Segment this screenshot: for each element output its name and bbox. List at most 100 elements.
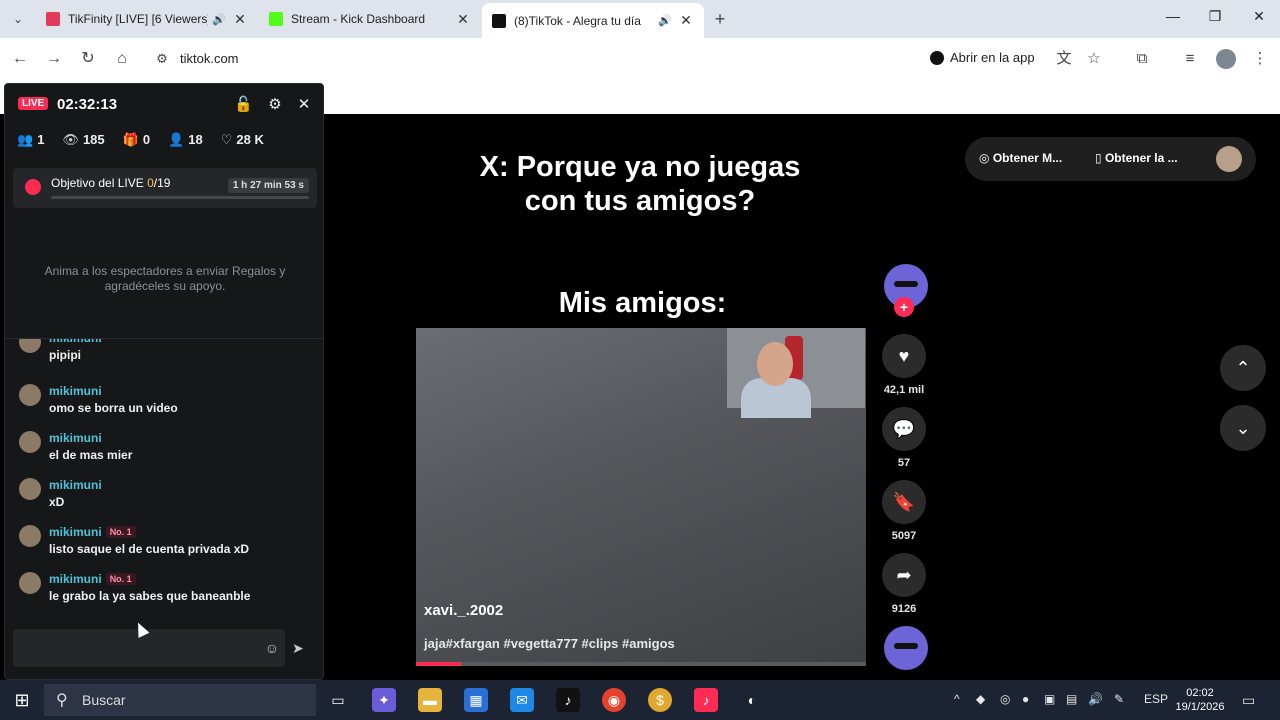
- video-hashtags[interactable]: jaja#xfargan #vegetta777 #clips #amigos: [424, 636, 675, 651]
- task-view-icon[interactable]: ▭: [326, 688, 350, 712]
- previous-video-chevron-up-icon[interactable]: ⌃: [1220, 345, 1266, 391]
- home-icon[interactable]: ⌂: [110, 48, 134, 70]
- settings-gear-icon[interactable]: ⚙: [266, 96, 284, 114]
- network-icon[interactable]: ▤: [1066, 692, 1077, 706]
- browser-toolbar: ← → ↻ ⌂ ⚙ tiktok.com Abrir en la app 文 ☆…: [0, 38, 1280, 80]
- users-stat: 👥 1: [17, 132, 45, 147]
- send-icon[interactable]: ➤: [292, 640, 304, 657]
- camera-icon[interactable]: ◎: [1000, 692, 1010, 706]
- chat-input[interactable]: ☺: [13, 629, 285, 667]
- comment-icon[interactable]: 💬: [882, 407, 926, 451]
- bookmark-icon[interactable]: 🔖: [882, 480, 926, 524]
- comment-action[interactable]: 💬 57: [882, 407, 926, 469]
- sunglasses: [894, 281, 918, 287]
- share-action[interactable]: ➦ 9126: [882, 553, 926, 615]
- next-video-chevron-down-icon[interactable]: ⌄: [1220, 405, 1266, 451]
- media-control-icon[interactable]: ≡: [1180, 49, 1200, 69]
- site-settings-icon[interactable]: ⚙: [150, 48, 174, 70]
- maximize-icon[interactable]: ❐: [1200, 8, 1230, 30]
- likes-stat: ♡ 28 K: [220, 132, 264, 147]
- emoji-icon[interactable]: ☺: [265, 640, 279, 656]
- tiktok-live-icon[interactable]: ♪: [694, 688, 718, 712]
- translate-icon[interactable]: 文: [1054, 49, 1074, 69]
- profile-avatar[interactable]: [1216, 49, 1236, 69]
- minimize-icon[interactable]: —: [1158, 8, 1188, 30]
- gift-hint: Anima a los espectadores a enviar Regalo…: [44, 264, 286, 293]
- rank-badge: No. 1: [105, 526, 136, 538]
- get-coins-button[interactable]: ◎ Obtener M...: [979, 151, 1062, 165]
- live-badge: LIVE: [18, 97, 49, 110]
- microphone-icon[interactable]: ●: [1022, 692, 1029, 706]
- share-icon[interactable]: ➦: [882, 553, 926, 597]
- windows-start-icon[interactable]: ⊞: [10, 688, 34, 712]
- avatar[interactable]: [19, 572, 41, 594]
- close-icon[interactable]: ✕: [295, 96, 313, 114]
- save-action[interactable]: 🔖 5097: [882, 480, 926, 542]
- address-bar[interactable]: tiktok.com: [180, 51, 239, 66]
- goal-progress-bar: [51, 196, 309, 199]
- chrome-icon[interactable]: ◉: [602, 688, 626, 712]
- top-right-actions: ◎ Obtener M... ▯ Obtener la ...: [965, 137, 1256, 181]
- lock-icon[interactable]: 🔓: [234, 96, 253, 114]
- tray-icon[interactable]: ◆: [976, 692, 985, 706]
- tab-tiktok[interactable]: (8)TikTok - Alegra tu día 🔊 ✕: [482, 3, 704, 38]
- store-icon[interactable]: ▦: [464, 688, 488, 712]
- follow-plus-icon[interactable]: +: [894, 297, 914, 317]
- tiktok-app-icon[interactable]: ♪: [556, 688, 580, 712]
- views-stat: 👁 185: [62, 132, 105, 147]
- back-icon[interactable]: ←: [8, 48, 32, 70]
- extensions-icon[interactable]: ⧉: [1132, 49, 1152, 69]
- menu-icon[interactable]: ⋮: [1250, 49, 1270, 69]
- clock[interactable]: 02:02 19/1/2026: [1172, 686, 1228, 714]
- live-goal[interactable]: Objetivo del LIVE 0/19 1 h 27 min 53 s: [13, 168, 317, 208]
- forward-icon[interactable]: →: [42, 48, 66, 70]
- close-window-icon[interactable]: ✕: [1244, 8, 1274, 30]
- video-author[interactable]: xavi._.2002: [424, 602, 503, 619]
- gifts-stat: 🎁 0: [122, 132, 151, 147]
- close-tab-icon[interactable]: ✕: [232, 11, 248, 28]
- kick-icon: [269, 12, 283, 26]
- bookmark-star-icon[interactable]: ☆: [1084, 49, 1104, 69]
- open-in-app-button[interactable]: Abrir en la app: [930, 50, 1035, 65]
- coin-app-icon[interactable]: $: [648, 688, 672, 712]
- reload-icon[interactable]: ↻: [76, 48, 100, 70]
- notifications-icon[interactable]: ▭: [1242, 692, 1255, 709]
- tab-kick[interactable]: Stream - Kick Dashboard ✕: [259, 4, 481, 34]
- heart-icon[interactable]: ♥: [882, 334, 926, 378]
- volume-icon[interactable]: 🔊: [1088, 692, 1103, 706]
- chat-message: mikimuni No. 1 le grabo la ya sabes que b…: [19, 572, 319, 612]
- pen-icon[interactable]: ✎: [1114, 692, 1124, 706]
- get-app-button[interactable]: ▯ Obtener la ...: [1095, 151, 1178, 165]
- windows-taskbar: ⊞ ⚲ Buscar ▭ ✦ ▬ ▦ ✉ ♪ ◉ $ ♪ ◐ ^ ◆ ◎ ● ▣…: [0, 680, 1280, 720]
- file-explorer-icon[interactable]: ▬: [418, 688, 442, 712]
- avatar[interactable]: [19, 384, 41, 406]
- language-indicator[interactable]: ESP: [1144, 692, 1168, 706]
- chevron-up-icon[interactable]: ^: [954, 692, 960, 706]
- avatar[interactable]: [19, 339, 41, 353]
- copilot-icon[interactable]: ✦: [372, 688, 396, 712]
- tiktok-icon: [930, 50, 944, 65]
- video-progress-bar[interactable]: [416, 662, 866, 666]
- close-tab-icon[interactable]: ✕: [455, 11, 471, 28]
- taskbar-search[interactable]: ⚲ Buscar: [44, 684, 316, 716]
- speaker-icon[interactable]: 🔊: [212, 13, 226, 26]
- avatar[interactable]: [19, 525, 41, 547]
- live-timer: 02:32:13: [57, 96, 118, 113]
- display-icon[interactable]: ▣: [1044, 692, 1055, 706]
- outlook-icon[interactable]: ✉: [510, 688, 534, 712]
- close-tab-icon[interactable]: ✕: [678, 12, 694, 29]
- tab-tikfinity[interactable]: TikFinity [LIVE] [6 Viewers] 🔊 ✕: [36, 4, 258, 34]
- goal-time: 1 h 27 min 53 s: [227, 178, 309, 193]
- like-action[interactable]: ♥ 42,1 mil: [882, 334, 926, 396]
- user-avatar[interactable]: [1216, 146, 1242, 172]
- live-panel: LIVE 02:32:13 🔓 ⚙ ✕ 👥 1 👁 185 🎁 0 👤 18 ♡ 28 K…: [4, 83, 324, 680]
- tab-search-chevron-icon[interactable]: ⌄: [6, 8, 30, 30]
- avatar[interactable]: [19, 431, 41, 453]
- music-avatar[interactable]: [884, 626, 928, 670]
- avatar[interactable]: [19, 478, 41, 500]
- speaker-icon[interactable]: 🔊: [658, 14, 672, 27]
- new-tab-plus-icon[interactable]: +: [708, 8, 732, 30]
- obs-icon[interactable]: ◐: [740, 688, 764, 712]
- followers-stat: 👤 18: [168, 132, 203, 147]
- eye-icon: 👁: [62, 132, 79, 147]
